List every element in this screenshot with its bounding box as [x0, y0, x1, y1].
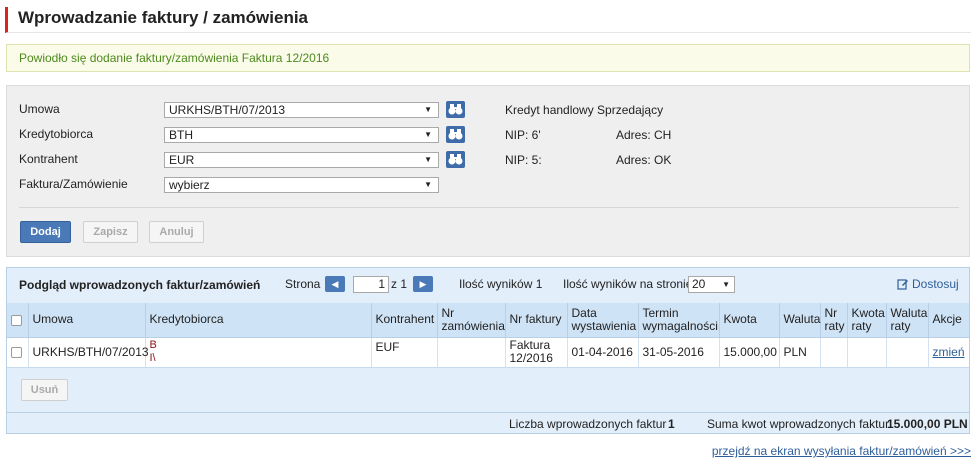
credit-type-info: Kredyt handlowy Sprzedający: [505, 103, 664, 117]
umowa-select-value: URKHS/BTH/07/2013: [169, 103, 286, 117]
list-title: Podgląd wprowadzonych faktur/zamówień: [19, 278, 261, 292]
row-checkbox-cell[interactable]: [7, 337, 29, 368]
faktura-select-value: wybierz: [169, 178, 210, 192]
cell-akcje: zmień: [928, 337, 969, 368]
dropdown-arrow-icon: ▼: [424, 155, 432, 164]
dropdown-arrow-icon: ▼: [424, 130, 432, 139]
column-header[interactable]: Kwota: [719, 303, 780, 338]
cell-data-wystawienia: 01-04-2016: [567, 337, 639, 368]
column-header[interactable]: Kontrahent: [371, 303, 438, 338]
add-button[interactable]: Dodaj: [20, 221, 71, 243]
kredytobiorca-line-2: I\: [149, 352, 156, 364]
cell-umowa: URKHS/BTH/07/2013: [28, 337, 149, 368]
cell-nr-raty: [820, 337, 848, 368]
page-title: Wprowadzanie faktury / zamówienia: [5, 7, 971, 33]
cancel-button[interactable]: Anuluj: [149, 221, 204, 243]
kredytobiorca-select[interactable]: BTH ▼: [164, 127, 439, 143]
next-page-button[interactable]: ▶: [413, 276, 433, 292]
table-row: URKHS/BTH/07/2013 B I\ EUF Faktura 12/20…: [7, 337, 969, 368]
dropdown-arrow-icon: ▼: [424, 105, 432, 114]
cell-kontrahent: EUF: [371, 337, 438, 368]
address-info-1: Adres: CH: [616, 128, 672, 142]
column-header[interactable]: Data wystawienia: [567, 303, 639, 338]
column-header[interactable]: Waluta: [779, 303, 821, 338]
count-value: 1: [668, 417, 675, 431]
prev-page-button[interactable]: ◀: [325, 276, 345, 292]
invoice-list-panel: Podgląd wprowadzonych faktur/zamówień St…: [6, 267, 970, 434]
kredytobiorca-label: Kredytobiorca: [19, 127, 94, 141]
cell-nr-zamowienia: [437, 337, 506, 368]
page-input[interactable]: 1: [353, 276, 389, 293]
kontrahent-select[interactable]: EUR ▼: [164, 152, 439, 168]
dropdown-arrow-icon: ▼: [722, 280, 730, 289]
select-all-checkbox-cell[interactable]: [7, 303, 29, 338]
edit-icon: [897, 279, 908, 290]
umowa-select[interactable]: URKHS/BTH/07/2013 ▼: [164, 102, 439, 118]
results-count: Ilość wyników 1: [459, 277, 543, 291]
sum-label: Suma kwot wprowadzonych faktur: [707, 417, 890, 431]
per-page-select[interactable]: 20 ▼: [688, 276, 735, 293]
page-label: Strona: [285, 277, 321, 291]
column-header[interactable]: Umowa: [28, 303, 146, 338]
cell-waluta: PLN: [779, 337, 821, 368]
select-all-checkbox[interactable]: [11, 314, 22, 326]
delete-button[interactable]: Usuń: [21, 379, 68, 401]
cell-termin: 31-05-2016: [638, 337, 720, 368]
summary-footer: Liczba wprowadzonych faktur 1 Suma kwot …: [7, 412, 969, 433]
binoculars-icon[interactable]: [446, 126, 465, 143]
send-invoices-link[interactable]: przejdź na ekran wysyłania faktur/zamówi…: [712, 444, 971, 458]
save-button[interactable]: Zapisz: [83, 221, 138, 243]
column-header[interactable]: Waluta raty: [886, 303, 929, 338]
kontrahent-label: Kontrahent: [19, 152, 78, 166]
count-label: Liczba wprowadzonych faktur: [509, 417, 667, 431]
customize-button[interactable]: Dostosuj: [897, 277, 959, 291]
binoculars-icon[interactable]: [446, 101, 465, 118]
column-header[interactable]: Nr zamówienia: [437, 303, 506, 338]
sum-value: 15.000,00 PLN: [887, 417, 968, 431]
umowa-label: Umowa: [19, 102, 60, 116]
column-header[interactable]: Nr faktury: [505, 303, 568, 338]
kredytobiorca-line-1: B: [149, 339, 157, 351]
cell-waluta-raty: [886, 337, 929, 368]
cell-kwota-raty: [847, 337, 887, 368]
edit-link[interactable]: zmień: [933, 345, 965, 359]
page-of-label: z 1: [391, 277, 408, 291]
cell-kredytobiorca: B I\: [145, 337, 372, 368]
nip-info-2: NIP: 5:: [505, 153, 542, 167]
column-header[interactable]: Kredytobiorca: [145, 303, 372, 338]
kredytobiorca-select-value: BTH: [169, 128, 193, 142]
faktura-label: Faktura/Zamówienie: [19, 177, 128, 191]
row-checkbox[interactable]: [11, 346, 22, 358]
customize-label: Dostosuj: [912, 277, 959, 291]
column-header: Akcje: [928, 303, 969, 338]
cell-nr-faktury: Faktura 12/2016: [505, 337, 568, 368]
form-divider: [19, 207, 959, 208]
per-page-value: 20: [692, 277, 706, 291]
success-alert: Powiodło się dodanie faktury/zamówienia …: [6, 44, 970, 72]
nip-info-1: NIP: 6': [505, 128, 541, 142]
invoice-form-panel: Umowa URKHS/BTH/07/2013 ▼ Kredytobiorca …: [6, 85, 970, 257]
column-header[interactable]: Termin wymagalności: [638, 303, 720, 338]
binoculars-icon[interactable]: [446, 151, 465, 168]
column-header[interactable]: Kwota raty: [847, 303, 887, 338]
address-info-2: Adres: OK: [616, 153, 672, 167]
column-header[interactable]: Nr raty: [820, 303, 848, 338]
kontrahent-select-value: EUR: [169, 153, 195, 167]
invoice-table: Umowa Kredytobiorca Kontrahent Nr zamówi…: [7, 303, 969, 368]
cell-kwota: 15.000,00: [719, 337, 780, 368]
page-title-text: Wprowadzanie faktury / zamówienia: [18, 8, 309, 27]
per-page-label: Ilość wyników na stronie: [563, 277, 693, 291]
table-header-row: Umowa Kredytobiorca Kontrahent Nr zamówi…: [7, 303, 969, 338]
dropdown-arrow-icon: ▼: [424, 180, 432, 189]
faktura-select[interactable]: wybierz ▼: [164, 177, 439, 193]
